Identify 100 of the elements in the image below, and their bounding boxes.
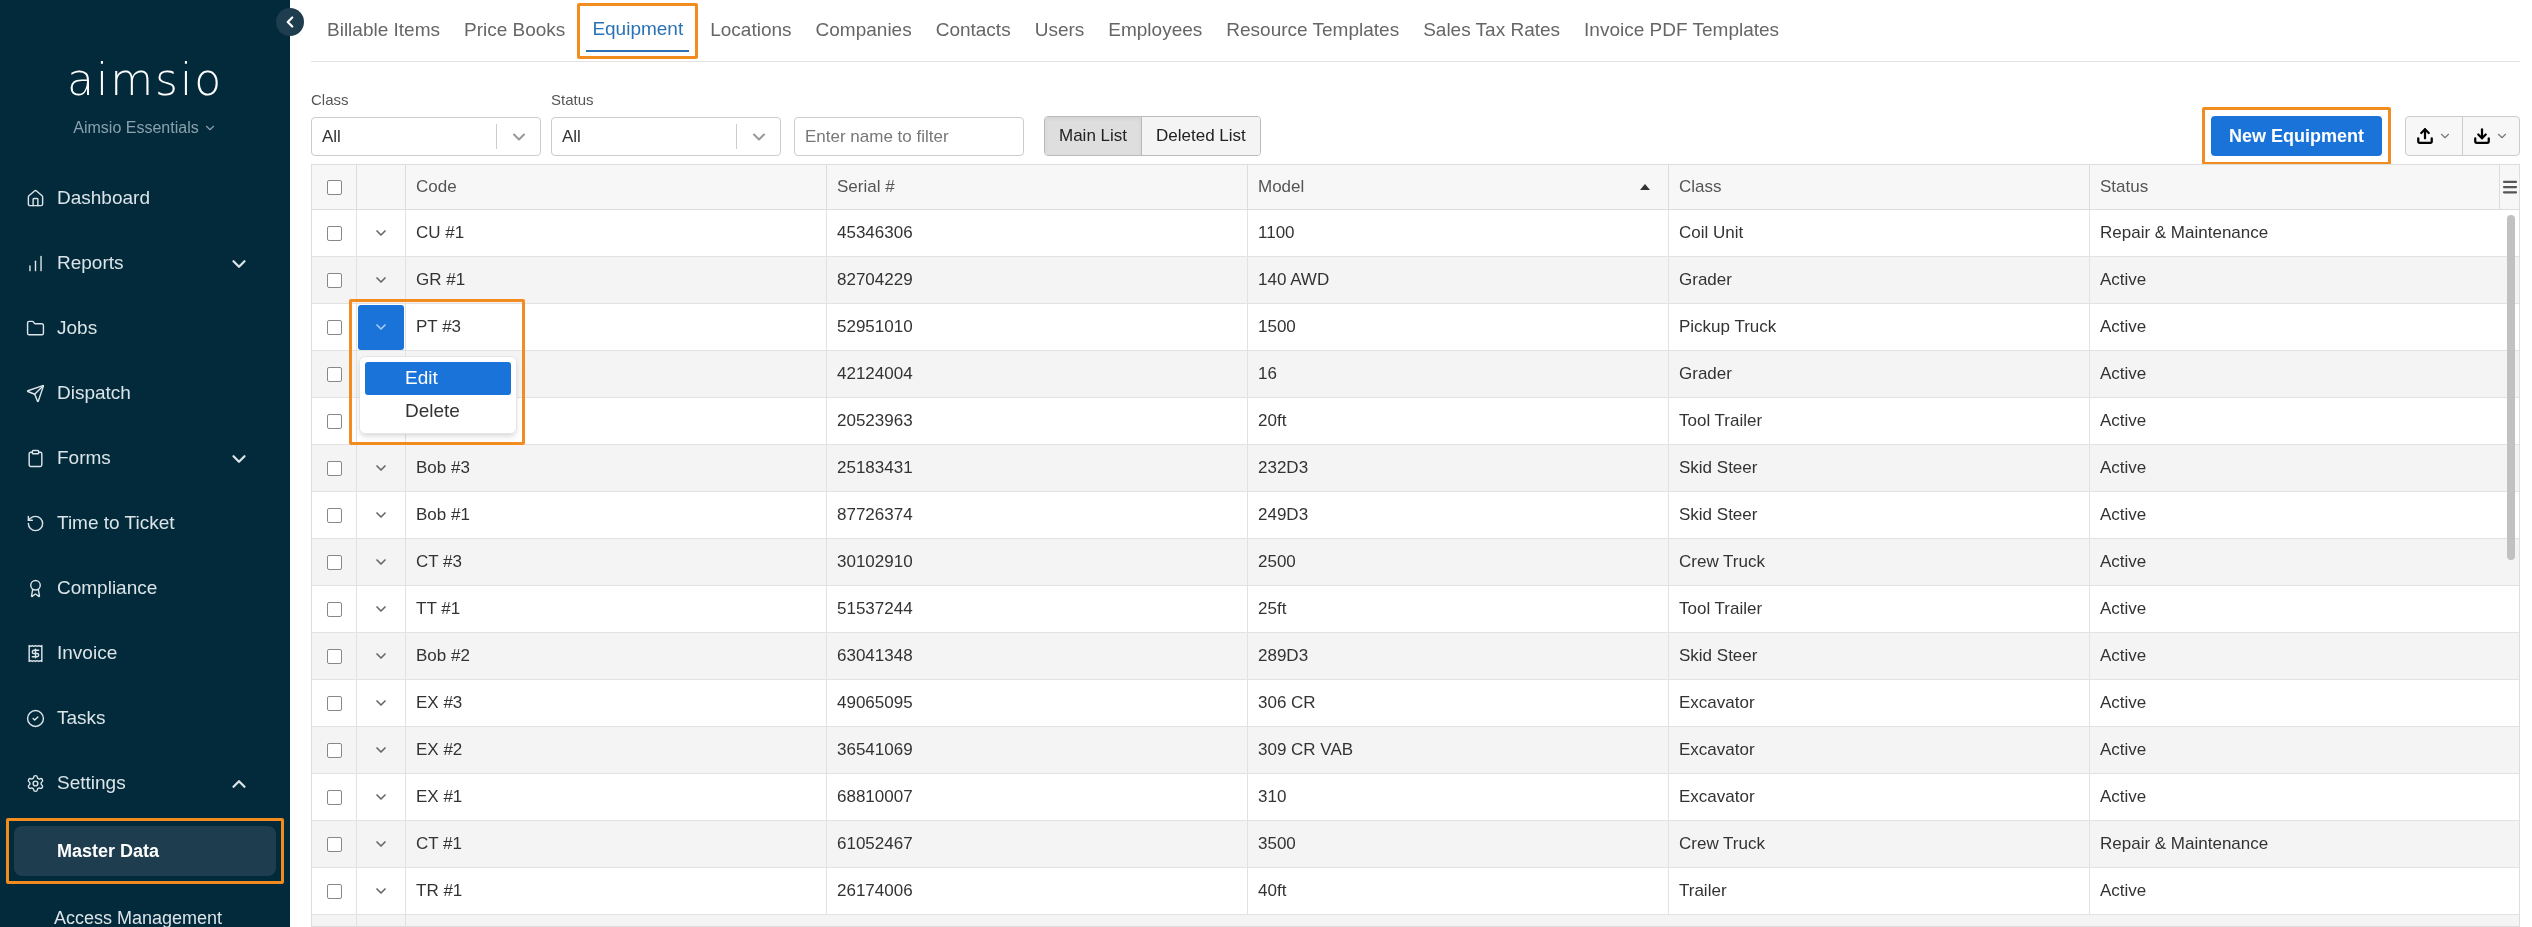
table-cell-text: 232D3 (1258, 457, 1309, 480)
table-cell-text: Active (2100, 786, 2147, 809)
table-cell-text: 20ft (1258, 410, 1287, 433)
nav-item[interactable]: Settings (0, 751, 290, 816)
table-cell-text: 49065095 (837, 692, 913, 715)
row-checkbox[interactable] (326, 319, 342, 335)
row-checkbox[interactable] (326, 225, 342, 241)
table-cell-text: Excavator (1679, 786, 1755, 809)
table-cell-text: Skid Steer (1679, 457, 1758, 480)
row-checkbox[interactable] (326, 554, 342, 570)
tab[interactable]: Locations (704, 9, 798, 52)
table-cell-text: 16 (1258, 363, 1277, 386)
column-header[interactable]: Code (406, 165, 827, 209)
row-checkbox[interactable] (326, 695, 342, 711)
table-cell-text: Active (2100, 880, 2147, 903)
row-checkbox[interactable] (326, 366, 342, 382)
column-header[interactable]: Class (1669, 165, 2090, 209)
table-cell-text: CU #1 (416, 222, 465, 245)
table-cell-text: 306 CR (1258, 692, 1316, 715)
table-cell-text: Active (2100, 316, 2147, 339)
nav-item[interactable]: Forms (0, 426, 290, 491)
row-checkbox[interactable] (326, 272, 342, 288)
nav-item[interactable]: Dashboard (0, 166, 290, 231)
table-cell-text: 289D3 (1258, 645, 1309, 668)
table-cell-text: CT #1 (416, 833, 462, 856)
column-header[interactable]: Serial # (827, 165, 1248, 209)
table-cell-text: Grader (1679, 363, 1732, 386)
clock-icon (26, 514, 45, 533)
nav-item[interactable]: Reports (0, 231, 290, 296)
list-toggle[interactable]: Main List (1045, 117, 1142, 155)
table-cell-text: 36541069 (837, 739, 913, 762)
row-checkbox[interactable] (326, 789, 342, 805)
column-header[interactable]: Status (2090, 165, 2499, 209)
table-cell-text: Skid Steer (1679, 504, 1758, 527)
tab[interactable]: Billable Items (321, 9, 446, 52)
table-cell-text: Bob #2 (416, 645, 470, 668)
row-checkbox[interactable] (326, 742, 342, 758)
table-cell-text: Tool Trailer (1679, 598, 1763, 621)
row-checkbox[interactable] (326, 460, 342, 476)
tab[interactable]: Resource Templates (1220, 9, 1406, 52)
nav-item[interactable]: Time to Ticket (0, 491, 290, 556)
table-cell-text: Active (2100, 739, 2147, 762)
bar-chart-icon (26, 254, 45, 273)
select-field[interactable]: All (311, 117, 541, 156)
collapse-button[interactable] (276, 8, 304, 36)
tab[interactable]: Invoice PDF Templates (1578, 9, 1786, 52)
menu-item[interactable]: Edit (365, 362, 511, 395)
table-cell-text: Active (2100, 504, 2147, 527)
table-cell-text: 20523963 (837, 410, 913, 433)
search-field[interactable]: Enter name to filter (794, 117, 1024, 156)
tab[interactable]: Users (1028, 9, 1091, 52)
tab[interactable]: Employees (1102, 9, 1209, 52)
nav-subitem[interactable]: Access Management (11, 893, 279, 927)
row-menu-button[interactable] (358, 304, 404, 350)
nav-item[interactable]: Tasks (0, 686, 290, 751)
row-checkbox[interactable] (326, 507, 342, 523)
select-field[interactable]: All (551, 117, 781, 156)
table-cell-text: 25ft (1258, 598, 1287, 621)
table-cell-text: 249D3 (1258, 504, 1309, 527)
table-cell-text: 30102910 (837, 551, 913, 574)
table-cell-text: 51537244 (837, 598, 913, 621)
tab[interactable]: Price Books (458, 9, 572, 52)
table-cell-text: Repair & Maintenance (2100, 222, 2269, 245)
scrollbar-thumb[interactable] (2507, 215, 2515, 560)
nav-item[interactable]: Compliance (0, 556, 290, 621)
table-cell-text: Trailer (1679, 880, 1727, 903)
table-cell-text: Active (2100, 269, 2147, 292)
table-cell-text: Skid Steer (1679, 645, 1758, 668)
product-switcher[interactable]: Aimsio Essentials (73, 116, 217, 140)
tab[interactable]: Sales Tax Rates (1417, 9, 1567, 52)
row-checkbox[interactable] (326, 836, 342, 852)
table-cell-text: Bob #1 (416, 504, 470, 527)
table-cell-text: Active (2100, 457, 2147, 480)
menu-item[interactable]: Delete (365, 395, 511, 428)
nav-subitem[interactable]: Master Data (14, 826, 276, 876)
table-cell-text: 3500 (1258, 833, 1296, 856)
table-cell-text: TT #1 (416, 598, 461, 621)
tab[interactable]: Contacts (929, 9, 1017, 52)
column-header[interactable]: Model (1248, 165, 1669, 209)
filter-label: Status (551, 89, 595, 110)
row-checkbox[interactable] (326, 413, 342, 429)
row-checkbox[interactable] (326, 601, 342, 617)
table-cell-text: Crew Truck (1679, 551, 1765, 574)
nav-item[interactable]: Jobs (0, 296, 290, 361)
row-checkbox[interactable] (326, 648, 342, 664)
tab[interactable]: Equipment (586, 9, 690, 52)
table-cell-text: GR #1 (416, 269, 466, 292)
table-cell-text: Active (2100, 363, 2147, 386)
new-equipment-button[interactable]: New Equipment (2211, 116, 2382, 156)
tab[interactable]: Companies (809, 9, 918, 52)
table-cell-text: 63041348 (837, 645, 913, 668)
nav-item[interactable]: Invoice (0, 621, 290, 686)
menu-icon[interactable] (2500, 178, 2519, 196)
select-all-checkbox[interactable] (326, 179, 342, 195)
table-cell-text: 309 CR VAB (1258, 739, 1354, 762)
list-toggle[interactable]: Deleted List (1141, 117, 1260, 155)
row-checkbox[interactable] (326, 883, 342, 899)
download-icon (2473, 127, 2491, 145)
folder-icon (26, 319, 45, 338)
nav-item[interactable]: Dispatch (0, 361, 290, 426)
